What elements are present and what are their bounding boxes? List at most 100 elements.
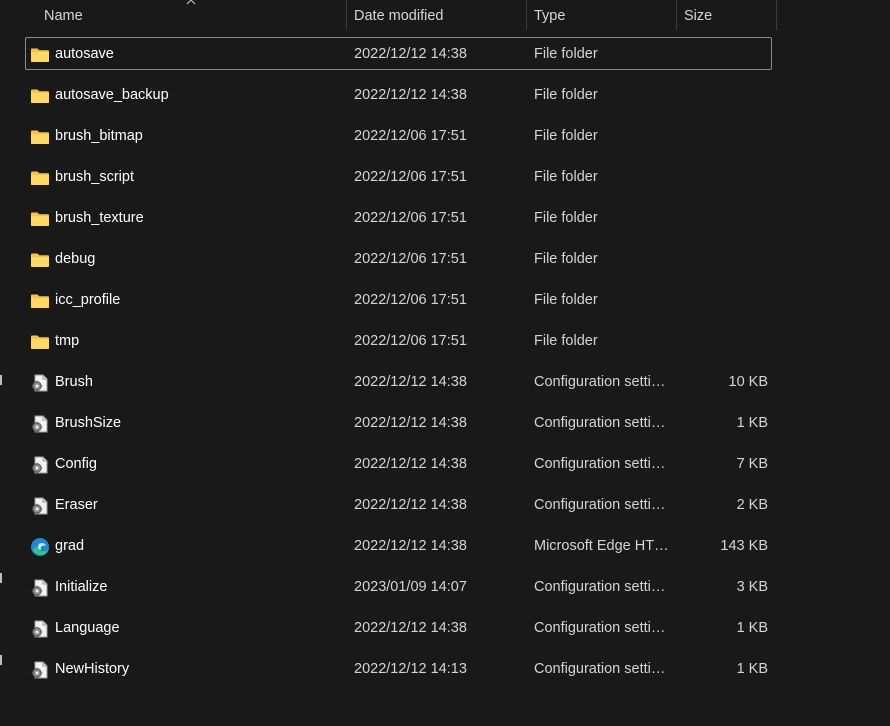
- file-size: 1 KB: [736, 415, 768, 431]
- file-size: 10 KB: [728, 374, 769, 390]
- file-size: [677, 38, 768, 71]
- column-header-row: Name Date modified Type Size: [0, 0, 890, 32]
- file-name: Config: [55, 456, 97, 472]
- file-size: [677, 202, 768, 235]
- column-header-date-modified[interactable]: Date modified: [346, 0, 526, 32]
- config-settings-icon: [30, 414, 50, 434]
- file-name: icc_profile: [55, 292, 121, 308]
- config-settings-icon: [30, 373, 50, 393]
- file-size: 7 KB: [736, 456, 768, 472]
- file-date-modified: 2022/12/06 17:51: [354, 333, 467, 349]
- file-row[interactable]: NewHistory 2022/12/12 14:13 Configuration …: [25, 652, 772, 685]
- file-date-modified: 2022/12/12 14:38: [354, 538, 467, 554]
- file-name: autosave_backup: [55, 87, 169, 103]
- file-row[interactable]: brush_texture 2022/12/06 17:51 File folder: [25, 201, 772, 234]
- file-name: Brush: [55, 374, 93, 390]
- file-size: 1 KB: [736, 661, 768, 677]
- file-row[interactable]: Language 2022/12/12 14:38 Configuration se…: [25, 611, 772, 644]
- file-size: [677, 79, 768, 112]
- file-type: Configuration setti…: [534, 579, 666, 595]
- file-type: File folder: [534, 128, 598, 144]
- folder-icon: [30, 127, 50, 147]
- file-name: NewHistory: [55, 661, 130, 677]
- file-size: [677, 325, 768, 358]
- file-row[interactable]: Config 2022/12/12 14:38 Configuration sett…: [25, 447, 772, 480]
- file-name: tmp: [55, 333, 80, 349]
- file-type: Configuration setti…: [534, 456, 666, 472]
- file-type: Configuration setti…: [534, 415, 666, 431]
- file-name: debug: [55, 251, 96, 267]
- file-type: File folder: [534, 292, 598, 308]
- file-name: Language: [55, 620, 120, 636]
- config-settings-icon: [30, 578, 50, 598]
- column-header-size[interactable]: Size: [676, 0, 776, 32]
- file-row[interactable]: icc_profile 2022/12/06 17:51 File folder: [25, 283, 772, 316]
- pane-edge-mark: [0, 655, 2, 665]
- file-size: [677, 243, 768, 276]
- file-size: [677, 284, 768, 317]
- file-size: 3 KB: [736, 579, 768, 595]
- file-name: brush_bitmap: [55, 128, 143, 144]
- config-settings-icon: [30, 619, 50, 639]
- file-name: BrushSize: [55, 415, 122, 431]
- file-name: Initialize: [55, 579, 108, 595]
- file-row[interactable]: Eraser 2022/12/12 14:38 Configuration sett…: [25, 488, 772, 521]
- file-date-modified: 2022/12/06 17:51: [354, 251, 467, 267]
- folder-icon: [30, 291, 50, 311]
- file-row[interactable]: Brush 2022/12/12 14:38 Configuration setti…: [25, 365, 772, 398]
- file-date-modified: 2022/12/12 14:38: [354, 415, 467, 431]
- file-row[interactable]: autosave 2022/12/12 14:38 File folder: [25, 37, 772, 70]
- file-date-modified: 2022/12/12 14:38: [354, 456, 467, 472]
- file-type: Configuration setti…: [534, 620, 666, 636]
- folder-icon: [30, 168, 50, 188]
- file-name: autosave: [55, 46, 114, 62]
- file-name: Eraser: [55, 497, 98, 513]
- file-date-modified: 2023/01/09 14:07: [354, 579, 467, 595]
- folder-icon: [30, 250, 50, 270]
- config-settings-icon: [30, 660, 50, 680]
- file-type: File folder: [534, 87, 598, 103]
- file-date-modified: 2022/12/12 14:38: [354, 620, 467, 636]
- folder-icon: [30, 209, 50, 229]
- edge-html-icon: [30, 537, 50, 557]
- column-divider[interactable]: [776, 0, 777, 30]
- file-row[interactable]: grad 2022/12/12 14:38 Microsoft Edge HT… 14…: [25, 529, 772, 562]
- folder-icon: [30, 332, 50, 352]
- file-date-modified: 2022/12/06 17:51: [354, 210, 467, 226]
- config-settings-icon: [30, 496, 50, 516]
- file-row[interactable]: autosave_backup 2022/12/12 14:38 File fold…: [25, 78, 772, 111]
- file-date-modified: 2022/12/12 14:13: [354, 661, 467, 677]
- file-row[interactable]: Initialize 2023/01/09 14:07 Configuration …: [25, 570, 772, 603]
- file-type: File folder: [534, 210, 598, 226]
- file-type: Configuration setti…: [534, 661, 666, 677]
- file-size: [677, 161, 768, 194]
- file-size: [677, 120, 768, 153]
- file-row[interactable]: BrushSize 2022/12/12 14:38 Configuration s…: [25, 406, 772, 439]
- file-date-modified: 2022/12/12 14:38: [354, 374, 467, 390]
- column-header-type[interactable]: Type: [526, 0, 676, 32]
- file-name: brush_script: [55, 169, 134, 185]
- file-type: Microsoft Edge HT…: [534, 538, 669, 554]
- pane-edge-mark: [0, 375, 2, 385]
- file-type: File folder: [534, 169, 598, 185]
- file-date-modified: 2022/12/12 14:38: [354, 46, 467, 62]
- file-type: File folder: [534, 46, 598, 62]
- column-header-name[interactable]: Name: [36, 0, 346, 32]
- file-row[interactable]: debug 2022/12/06 17:51 File folder: [25, 242, 772, 275]
- file-name: brush_texture: [55, 210, 144, 226]
- file-date-modified: 2022/12/12 14:38: [354, 87, 467, 103]
- config-settings-icon: [30, 455, 50, 475]
- file-size: 1 KB: [736, 620, 768, 636]
- folder-icon: [30, 86, 50, 106]
- file-row[interactable]: brush_bitmap 2022/12/06 17:51 File folder: [25, 119, 772, 152]
- file-name: grad: [55, 538, 85, 554]
- file-type: Configuration setti…: [534, 497, 666, 513]
- file-row[interactable]: brush_script 2022/12/06 17:51 File folder: [25, 160, 772, 193]
- file-date-modified: 2022/12/06 17:51: [354, 128, 467, 144]
- file-size: 2 KB: [736, 497, 768, 513]
- file-date-modified: 2022/12/06 17:51: [354, 169, 467, 185]
- file-type: Configuration setti…: [534, 374, 666, 390]
- file-type: File folder: [534, 333, 598, 349]
- file-size: 143 KB: [720, 538, 768, 554]
- file-row[interactable]: tmp 2022/12/06 17:51 File folder: [25, 324, 772, 357]
